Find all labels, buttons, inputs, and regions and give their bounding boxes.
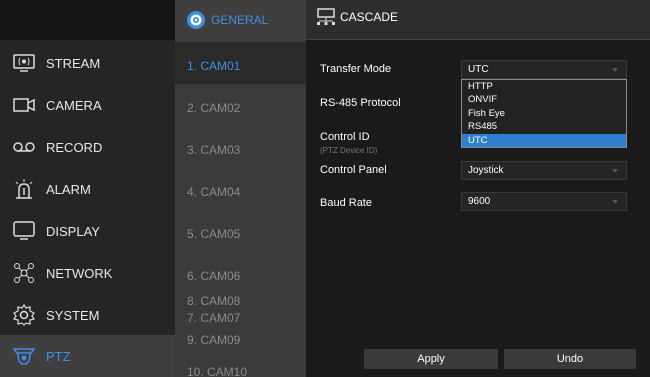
chevron-down-icon — [612, 200, 618, 204]
tab-general[interactable]: GENERAL — [175, 0, 306, 40]
camera-list-item[interactable]: 9. CAM09 — [175, 312, 306, 348]
camera-list-item[interactable]: 4. CAM04 — [175, 168, 306, 210]
menu-item-record[interactable]: RECORD — [0, 126, 175, 168]
dropdown-option-onvif[interactable]: ONVIF — [462, 93, 626, 106]
menu-item-label: SYSTEM — [46, 307, 100, 323]
undo-button[interactable]: Undo — [504, 349, 636, 369]
menu-item-label: CAMERA — [46, 97, 102, 113]
record-icon — [12, 135, 36, 159]
menu-item-stream[interactable]: STREAM — [0, 42, 175, 84]
alarm-icon — [12, 177, 36, 201]
menu-item-network[interactable]: NETWORK — [0, 252, 175, 294]
camera-list-item-label: 8. CAM08 — [187, 294, 241, 308]
display-icon — [12, 219, 36, 243]
tab-divider — [306, 34, 650, 40]
menu-item-system[interactable]: SYSTEM — [0, 294, 175, 336]
baud-rate-label: Baud Rate — [320, 197, 372, 209]
menu-item-label: RECORD — [46, 139, 103, 155]
settings-panel: CASCADE Transfer Mode UTC RS-485 Protoco… — [306, 0, 650, 377]
control-id-sublabel: (PTZ Device ID) — [320, 146, 378, 155]
apply-button[interactable]: Apply — [364, 349, 498, 369]
menu-item-camera[interactable]: CAMERA — [0, 84, 175, 126]
camera-list-panel: GENERAL 1. CAM01 2. CAM02 3. CAM03 4. CA… — [175, 0, 306, 377]
menu-item-label: NETWORK — [46, 265, 113, 281]
menu-item-label: ALARM — [46, 181, 91, 197]
control-panel-value: Joystick — [468, 165, 504, 176]
tab-cascade[interactable]: CASCADE — [306, 0, 416, 34]
menu-item-alarm[interactable]: ALARM — [0, 168, 175, 210]
main-menu-sidebar: STREAM CAMERA RECORD ALARM DISPLAY NETWO… — [0, 0, 175, 377]
network-icon — [12, 261, 36, 285]
baud-rate-value: 9600 — [468, 196, 491, 207]
gear-icon — [12, 303, 36, 327]
dropdown-option-fish-eye[interactable]: Fish Eye — [462, 107, 626, 120]
sidebar-header — [0, 0, 175, 40]
dropdown-option-http[interactable]: HTTP — [462, 80, 626, 93]
camera-list-item[interactable]: 1. CAM01 — [175, 42, 306, 84]
baud-rate-select[interactable]: 9600 — [461, 192, 627, 211]
transfer-mode-label: Transfer Mode — [320, 63, 392, 75]
camera-icon — [12, 93, 36, 117]
transfer-mode-value: UTC — [468, 64, 489, 75]
cascade-icon — [317, 8, 335, 25]
camera-list-item[interactable]: 3. CAM03 — [175, 126, 306, 168]
dropdown-option-rs485[interactable]: RS485 — [462, 120, 626, 133]
transfer-mode-select[interactable]: UTC — [461, 60, 627, 79]
menu-item-label: STREAM — [46, 55, 101, 71]
camera-list-item[interactable]: 2. CAM02 — [175, 84, 306, 126]
ptz-camera-icon — [12, 344, 36, 368]
chevron-down-icon — [612, 68, 618, 72]
camera-list-item[interactable]: 6. CAM06 — [175, 252, 306, 294]
control-panel-label: Control Panel — [320, 164, 387, 176]
stream-icon — [12, 51, 36, 75]
dropdown-option-utc[interactable]: UTC — [462, 133, 626, 147]
camera-list-item[interactable]: 5. CAM05 — [175, 210, 306, 252]
ptz-camera-icon — [185, 9, 207, 31]
tab-cascade-label: CASCADE — [340, 10, 399, 24]
menu-item-label: DISPLAY — [46, 223, 100, 239]
menu-item-label: PTZ — [46, 348, 71, 364]
camera-list-item[interactable]: 10. CAM10 — [175, 350, 306, 377]
control-panel-select[interactable]: Joystick — [461, 161, 627, 180]
rs485-protocol-label: RS-485 Protocol — [320, 97, 401, 109]
menu-item-display[interactable]: DISPLAY — [0, 210, 175, 252]
chevron-down-icon — [612, 169, 618, 173]
menu-item-ptz[interactable]: PTZ — [0, 335, 175, 377]
control-id-label: Control ID — [320, 131, 370, 143]
transfer-mode-dropdown: HTTP ONVIF Fish Eye RS485 UTC — [461, 79, 627, 148]
tab-general-label: GENERAL — [211, 13, 269, 27]
settings-tab-bar: CASCADE — [306, 0, 650, 40]
